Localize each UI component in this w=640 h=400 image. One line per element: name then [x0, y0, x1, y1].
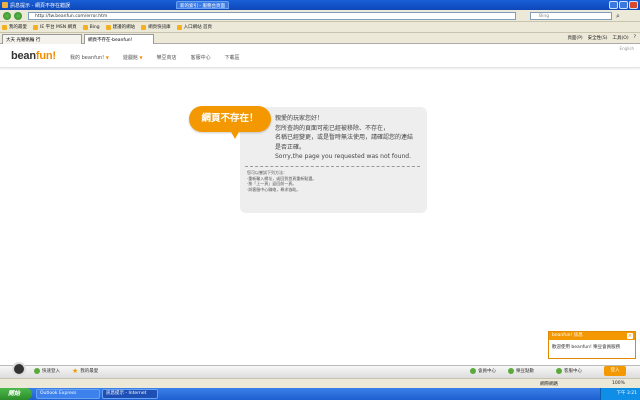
taskbar-item-outlook[interactable]: Outlook Express: [36, 389, 100, 399]
quick-login-button[interactable]: 快速登入: [34, 368, 60, 374]
favorites-button[interactable]: 我的最愛: [2, 24, 27, 30]
taskbar-item-ie[interactable]: 訊息提示 - Internet: [102, 389, 158, 399]
minimize-button[interactable]: [609, 1, 618, 9]
taskbar: 開始 Outlook Express 訊息提示 - Internet 下午 3:…: [0, 388, 640, 400]
favorites-link[interactable]: ★ 我的最愛: [72, 367, 98, 375]
nav-download[interactable]: 下載區: [225, 54, 240, 61]
zoom-level[interactable]: 100%: [612, 381, 625, 386]
notification-popup: beanfun! 訊息 × 歡迎使用 beanfun! 樂豆會員服務: [548, 331, 636, 359]
tab-1[interactable]: 大天 光鸞帆輪 行: [2, 34, 82, 44]
beanfun-logo-icon[interactable]: [12, 362, 26, 376]
nav-games[interactable]: 遊戲館 ▼: [123, 54, 143, 61]
popup-body[interactable]: 歡迎使用 beanfun! 樂豆會員服務: [549, 340, 635, 354]
page-icon: [176, 24, 182, 30]
error-message: 親愛的玩家您好！ 您所查詢的頁面可能已經被移除、不存在， 名稱已經變更，或是暫時…: [275, 115, 414, 161]
points-link[interactable]: 樂豆點數: [508, 368, 534, 374]
status-bar: 網際網路 100%: [0, 378, 640, 388]
search-icon[interactable]: ⌕: [616, 12, 624, 20]
star-icon: ★: [72, 367, 79, 375]
safety-menu[interactable]: 安全性(S): [588, 35, 608, 41]
window-title: 訊息提示 - 網頁不存在錯誤: [10, 3, 70, 9]
divider: [245, 166, 420, 167]
login-button[interactable]: 登入: [604, 366, 626, 376]
language-link[interactable]: English: [620, 46, 634, 51]
other-window-tab[interactable]: 新的索引 - 服務台頁面: [176, 1, 229, 9]
service-icon: [556, 368, 562, 374]
forward-button[interactable]: [14, 12, 22, 20]
system-tray-clock: 下午 3:21: [600, 388, 640, 400]
page-icon: [141, 24, 147, 30]
member-icon: [470, 368, 476, 374]
error-badge: 網頁不存在！: [189, 106, 271, 132]
maximize-button[interactable]: [619, 1, 628, 9]
command-bar: 頁面(P) 安全性(S) 工具(O) ?: [567, 35, 636, 41]
error-hints: 您可以嘗試下列方法： ‧重新輸入網址，或回到首頁重新點選。 ‧按「上一頁」返回前…: [247, 170, 317, 192]
security-zone: 網際網路: [540, 382, 558, 387]
chevron-down-icon: ▼: [105, 55, 109, 60]
site-logo[interactable]: beanfun!: [11, 50, 56, 62]
chevron-down-icon: ▼: [139, 55, 143, 60]
member-center-link[interactable]: 會員中心: [470, 368, 496, 374]
badge-tail: [230, 130, 240, 139]
page-menu[interactable]: 頁面(P): [567, 35, 582, 41]
address-bar: http://tw.beanfun.com/error.htm Bing ⌕: [0, 10, 640, 22]
nav-service[interactable]: 客服中心: [191, 54, 211, 61]
tab-bar: 大天 光鸞帆輪 行 網頁不存在-beanfun! 頁面(P) 安全性(S) 工具…: [0, 33, 640, 44]
page-icon: [33, 24, 38, 30]
close-icon[interactable]: ×: [627, 333, 633, 339]
ie-icon: [2, 2, 8, 8]
favorites-bar: 我的最愛 IE 平台 MSN 網頁 Bing 建議的網站 網頁快訊庫 入口網站 …: [0, 22, 640, 33]
page-icon: [82, 24, 88, 30]
back-button[interactable]: [3, 12, 11, 20]
login-icon: [34, 368, 40, 374]
favorite-item[interactable]: IE 平台 MSN 網頁: [33, 24, 77, 30]
address-input[interactable]: http://tw.beanfun.com/error.htm: [28, 12, 516, 20]
close-button[interactable]: [629, 1, 638, 9]
help-menu[interactable]: ?: [634, 35, 636, 41]
favorite-item[interactable]: 入口網站 首頁: [176, 24, 212, 30]
title-bar: 訊息提示 - 網頁不存在錯誤 新的索引 - 服務台頁面: [0, 0, 640, 10]
service-link[interactable]: 客服中心: [556, 368, 582, 374]
favorite-item[interactable]: 建議的網站: [105, 24, 135, 30]
points-icon: [508, 368, 514, 374]
nav-my-beanfun[interactable]: 我的 beanfun! ▼: [70, 54, 109, 61]
start-button[interactable]: 開始: [0, 388, 32, 400]
star-icon: [2, 24, 7, 30]
favorite-item[interactable]: 網頁快訊庫: [141, 24, 171, 30]
site-nav: 我的 beanfun! ▼ 遊戲館 ▼ 樂豆商店 客服中心 下載區: [70, 54, 240, 61]
nav-shop[interactable]: 樂豆商店: [157, 54, 177, 61]
page-icon: [105, 24, 111, 30]
window-controls: [609, 1, 638, 9]
search-input[interactable]: Bing: [530, 12, 612, 20]
tools-menu[interactable]: 工具(O): [613, 35, 629, 41]
tab-2[interactable]: 網頁不存在-beanfun!: [84, 34, 154, 44]
popup-header: beanfun! 訊息 ×: [549, 332, 635, 340]
favorite-item[interactable]: Bing: [82, 24, 100, 30]
